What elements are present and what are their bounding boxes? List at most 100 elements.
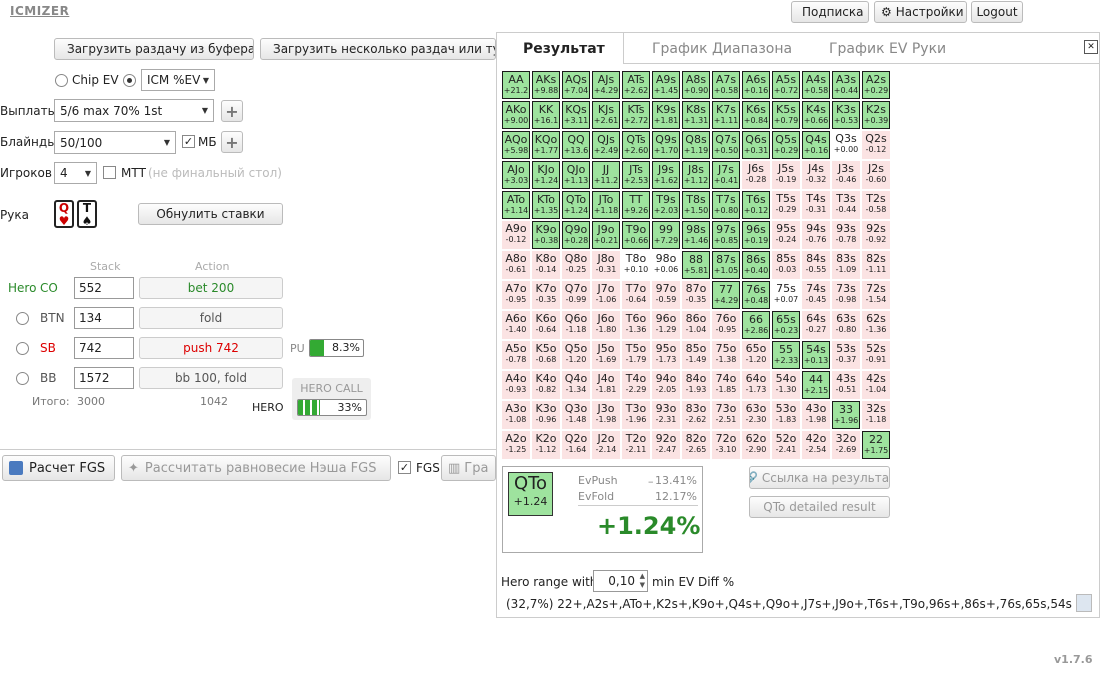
hand-cell[interactable]: 44 +2.15 [802,371,830,399]
hand-cell[interactable]: A3o -1.08 [502,401,530,429]
graph-button[interactable]: ▥ Гра [441,455,496,481]
calc-fgs-button[interactable]: Расчет FGS [2,455,115,481]
hand-cell[interactable]: Q6o -1.18 [562,311,590,339]
hand-cell[interactable]: T6o -1.36 [622,311,650,339]
hand-cell[interactable]: 82s -1.11 [862,251,890,279]
hand-cell[interactable]: 62s -1.36 [862,311,890,339]
hand-cell[interactable]: KJs +2.61 [592,101,620,129]
seat-action-button[interactable]: push 742 [139,337,283,359]
hand-cell[interactable]: T7s +0.80 [712,191,740,219]
hand-cell[interactable]: A5s +0.72 [772,71,800,99]
hand-cell[interactable]: A7s +0.58 [712,71,740,99]
hand-cell[interactable]: 97s +0.85 [712,221,740,249]
blinds-select[interactable]: 50/100 ▼ [54,131,176,154]
subscription-button[interactable]: Подписка [791,1,869,23]
hand-cell[interactable]: T4s -0.31 [802,191,830,219]
hand-cell[interactable]: 75s +0.07 [772,281,800,309]
hand-cell[interactable]: K5o -0.68 [532,341,560,369]
bb-checkbox[interactable]: ✓ [182,135,195,148]
hand-cell[interactable]: Q9s +1.70 [652,131,680,159]
detailed-result-button[interactable]: QTo detailed result [749,496,890,518]
hand-cell[interactable]: ATs +2.62 [622,71,650,99]
hand-cell[interactable]: J8s +1.12 [682,161,710,189]
hand-cell[interactable]: 74s -0.45 [802,281,830,309]
load-multiple-button[interactable]: Загрузить несколько раздач или тур [260,38,496,60]
hand-cell[interactable]: 22 +1.75 [862,431,890,459]
hand-card-1[interactable]: Q ♥ [54,200,74,228]
hand-cell[interactable]: T2o -2.11 [622,431,650,459]
hand-cell[interactable]: 42o -2.54 [802,431,830,459]
nash-button[interactable]: ✦ Рассчитать равновесие Нэша FGS [121,455,391,481]
hand-cell[interactable]: 63s -0.80 [832,311,860,339]
hand-cell[interactable]: QJs +2.49 [592,131,620,159]
hand-cell[interactable]: 98o +0.06 [652,251,680,279]
hand-cell[interactable]: J9s +1.62 [652,161,680,189]
hand-cell[interactable]: A9s +1.45 [652,71,680,99]
hand-cell[interactable]: 87s +1.05 [712,251,740,279]
hand-cell[interactable]: J7s +0.41 [712,161,740,189]
hand-cell[interactable]: Q9o +0.28 [562,221,590,249]
logout-button[interactable]: Logout [971,1,1023,23]
seat-action-button[interactable]: fold [139,307,283,329]
hand-cell[interactable]: Q7s +0.50 [712,131,740,159]
hand-cell[interactable]: 32o -2.69 [832,431,860,459]
min-ev-input[interactable]: 0,10 ▲ ▼ [593,570,648,592]
hand-cell[interactable]: 76s +0.48 [742,281,770,309]
icm-radio[interactable] [123,74,136,87]
hand-cell[interactable]: J8o -0.31 [592,251,620,279]
hand-cell[interactable]: 95o -1.73 [652,341,680,369]
icm-select[interactable]: ICM %EV ▼ [141,69,215,91]
seat-stack-input[interactable]: 552 [74,277,134,299]
players-select[interactable]: 4 ▼ [54,162,97,184]
hand-cell[interactable]: AKs +9.88 [532,71,560,99]
hand-cell[interactable]: T8s +1.50 [682,191,710,219]
hand-cell[interactable]: K2o -1.12 [532,431,560,459]
hand-cell[interactable]: Q8o -0.25 [562,251,590,279]
seat-stack-input[interactable]: 1572 [74,367,134,389]
hand-cell[interactable]: Q3s +0.00 [832,131,860,159]
hand-cell[interactable]: 73o -2.51 [712,401,740,429]
hand-cell[interactable]: K6s +0.84 [742,101,770,129]
hand-cell[interactable]: 75o -1.38 [712,341,740,369]
hand-cell[interactable]: 54s +0.13 [802,341,830,369]
seat-radio[interactable] [16,372,29,385]
payouts-select[interactable]: 5/6 max 70% 1st ▼ [54,99,214,122]
hand-cell[interactable]: 83o -2.62 [682,401,710,429]
hand-cell[interactable]: K4o -0.82 [532,371,560,399]
hand-cell[interactable]: J4s -0.32 [802,161,830,189]
hand-cell[interactable]: 92s -0.92 [862,221,890,249]
selected-hand-card[interactable]: QTo +1.24 [508,472,553,516]
hand-cell[interactable]: A7o -0.95 [502,281,530,309]
hand-cell[interactable]: 86s +0.40 [742,251,770,279]
hand-cell[interactable]: A9o -0.12 [502,221,530,249]
hand-cell[interactable]: 84s -0.55 [802,251,830,279]
hand-cell[interactable]: K5s +0.79 [772,101,800,129]
hand-cell[interactable]: J7o -1.06 [592,281,620,309]
hand-cell[interactable]: T6s +0.12 [742,191,770,219]
hand-cell[interactable]: 99 +7.29 [652,221,680,249]
hand-cell[interactable]: 53s -0.37 [832,341,860,369]
hand-cell[interactable]: 54o -1.30 [772,371,800,399]
hand-cell[interactable]: T7o -0.64 [622,281,650,309]
hand-cell[interactable]: 97o -0.59 [652,281,680,309]
hand-cell[interactable]: T4o -2.29 [622,371,650,399]
hand-cell[interactable]: 94o -2.05 [652,371,680,399]
hand-cell[interactable]: T5o -1.79 [622,341,650,369]
hand-cell[interactable]: 62o -2.90 [742,431,770,459]
load-clipboard-button[interactable]: Загрузить раздачу из буфера [54,38,254,60]
hand-cell[interactable]: 84o -1.93 [682,371,710,399]
hand-cell[interactable]: 86o -1.04 [682,311,710,339]
hand-cell[interactable]: K3o -0.96 [532,401,560,429]
hand-cell[interactable]: T8o +0.10 [622,251,650,279]
hand-cell[interactable]: K6o -0.64 [532,311,560,339]
tab-ev-chart[interactable]: График EV Руки [829,41,946,57]
hand-cell[interactable]: KQo +1.77 [532,131,560,159]
hand-cell[interactable]: JJ +11.2 [592,161,620,189]
hand-cell[interactable]: Q4o -1.34 [562,371,590,399]
hand-cell[interactable]: KK +16.1 [532,101,560,129]
hand-cell[interactable]: Q3o -1.48 [562,401,590,429]
hand-cell[interactable]: KTo +1.35 [532,191,560,219]
copy-icon[interactable] [1076,594,1092,612]
hand-cell[interactable]: A2s +0.29 [862,71,890,99]
hand-cell[interactable]: Q2o -1.64 [562,431,590,459]
